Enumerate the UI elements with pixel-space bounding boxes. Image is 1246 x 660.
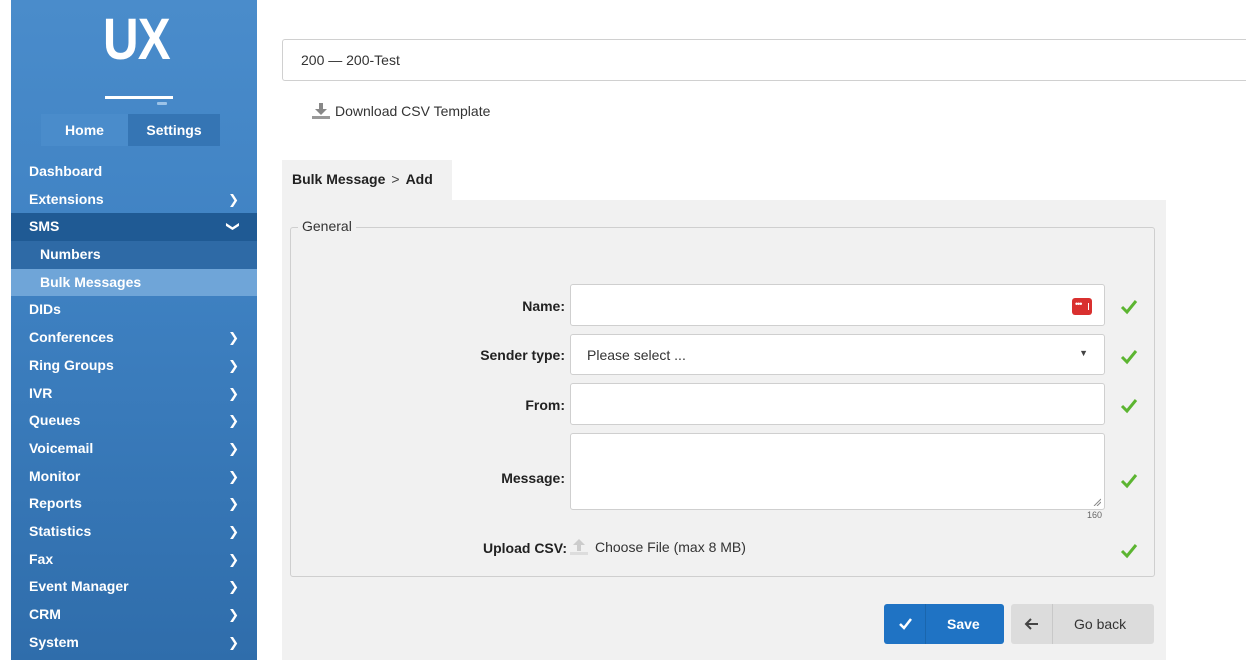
sidebar-item-voicemail[interactable]: Voicemail ❯: [11, 435, 257, 463]
chevron-right-icon: ❯: [228, 440, 239, 456]
sidebar-item-reports[interactable]: Reports ❯: [11, 490, 257, 518]
go-back-label: Go back: [1074, 616, 1127, 632]
sidebar: UX Home Settings Dashboard Extensions ❯ S…: [11, 0, 257, 660]
save-label: Save: [947, 616, 980, 632]
upload-csv-text: Choose File (max 8 MB): [595, 539, 746, 555]
password-manager-icon[interactable]: [1072, 298, 1092, 315]
sender-type-label: Sender type:: [480, 347, 565, 363]
check-icon: [1120, 474, 1138, 489]
logo-underline: [105, 96, 173, 99]
sidebar-item-label: Conferences: [29, 329, 114, 346]
go-back-button[interactable]: Go back: [1011, 604, 1154, 644]
breadcrumb-current: Add: [405, 171, 433, 187]
chevron-right-icon: ❯: [228, 385, 239, 401]
sidebar-item-conferences[interactable]: Conferences ❯: [11, 324, 257, 352]
upload-csv-button[interactable]: Choose File (max 8 MB): [569, 538, 746, 556]
name-input[interactable]: [570, 284, 1105, 326]
upload-csv-label: Upload CSV:: [482, 540, 567, 556]
sidebar-menu: Dashboard Extensions ❯ SMS ❯ Numbers Bulk …: [11, 158, 257, 656]
save-button[interactable]: Save: [884, 604, 1004, 644]
sidebar-item-label: Numbers: [40, 246, 101, 263]
sidebar-item-numbers[interactable]: Numbers: [11, 241, 257, 269]
sidebar-item-system[interactable]: System ❯: [11, 629, 257, 657]
sidebar-item-dashboard[interactable]: Dashboard: [11, 158, 257, 186]
sidebar-item-label: Monitor: [29, 467, 81, 484]
ux-logo: UX: [101, 7, 181, 105]
logo-text: UX: [103, 7, 171, 72]
check-icon: [1120, 544, 1138, 559]
sidebar-item-statistics[interactable]: Statistics ❯: [11, 518, 257, 546]
download-csv-label: Download CSV Template: [335, 103, 491, 119]
sidebar-item-ivr[interactable]: IVR ❯: [11, 380, 257, 408]
tenant-selector[interactable]: 200 — 200-Test: [282, 39, 1246, 81]
chevron-right-icon: ❯: [228, 357, 239, 373]
check-icon: [1120, 300, 1138, 315]
sidebar-item-label: Voicemail: [29, 439, 94, 456]
sidebar-item-label: SMS: [29, 218, 60, 235]
chevron-right-icon: ❯: [228, 496, 239, 512]
sidebar-item-queues[interactable]: Queues ❯: [11, 407, 257, 435]
chevron-right-icon: ❯: [228, 607, 239, 622]
resize-handle-icon[interactable]: [1093, 498, 1101, 506]
sidebar-item-crm[interactable]: CRM ❯: [11, 601, 257, 629]
sidebar-item-label: Event Manager: [29, 578, 129, 595]
sidebar-item-label: Extensions: [29, 190, 104, 207]
sender-type-placeholder: Please select ...: [587, 347, 686, 363]
download-icon: [312, 103, 330, 119]
sidebar-item-label: Statistics: [29, 522, 92, 539]
tab-home[interactable]: Home: [41, 114, 128, 146]
chevron-right-icon: ❯: [228, 413, 239, 429]
sidebar-item-label: Queues: [29, 412, 81, 429]
sidebar-item-fax[interactable]: Fax ❯: [11, 546, 257, 574]
sidebar-item-label: IVR: [29, 384, 53, 401]
checkmark-icon: [884, 604, 926, 644]
sidebar-item-dids[interactable]: DIDs: [11, 296, 257, 324]
sidebar-item-monitor[interactable]: Monitor ❯: [11, 463, 257, 491]
sidebar-tabs: Home Settings: [41, 114, 220, 146]
tab-settings[interactable]: Settings: [128, 114, 220, 146]
message-textarea[interactable]: [570, 433, 1105, 510]
chevron-right-icon: ❯: [228, 191, 239, 207]
sidebar-item-label: Reports: [29, 495, 82, 512]
sidebar-item-label: Fax: [29, 550, 54, 567]
chevron-right-icon: ❯: [228, 579, 239, 595]
sidebar-item-label: CRM: [29, 606, 61, 622]
breadcrumb: Bulk Message > Add: [292, 171, 433, 187]
upload-icon: [570, 539, 588, 555]
message-char-counter: 160: [1087, 510, 1103, 520]
caret-down-icon: ▼: [1079, 348, 1088, 358]
sidebar-item-label: DIDs: [29, 301, 61, 318]
breadcrumb-separator: >: [391, 171, 400, 187]
sidebar-item-ring-groups[interactable]: Ring Groups ❯: [11, 352, 257, 380]
sidebar-item-label: Ring Groups: [29, 356, 114, 373]
check-icon: [1120, 399, 1138, 414]
sidebar-item-label: Bulk Messages: [40, 273, 142, 290]
sidebar-item-label: System: [29, 633, 79, 650]
sender-type-select[interactable]: Please select ... ▼: [570, 334, 1105, 375]
check-icon: [1120, 350, 1138, 365]
from-label: From:: [525, 397, 565, 413]
sidebar-item-bulk-messages[interactable]: Bulk Messages: [11, 268, 257, 297]
message-label: Message:: [501, 470, 565, 486]
chevron-right-icon: ❯: [228, 468, 239, 484]
chevron-down-icon: ❯: [226, 221, 242, 233]
chevron-right-icon: ❯: [228, 634, 239, 650]
breadcrumb-parent[interactable]: Bulk Message: [292, 171, 385, 187]
sidebar-item-event-manager[interactable]: Event Manager ❯: [11, 573, 257, 601]
download-csv-link[interactable]: Download CSV Template: [311, 100, 490, 122]
sidebar-item-label: Dashboard: [29, 163, 103, 179]
logo-dot: [157, 102, 167, 105]
from-input[interactable]: [570, 383, 1105, 425]
fieldset-legend: General: [298, 218, 356, 234]
name-label: Name:: [522, 298, 565, 314]
sidebar-item-sms[interactable]: SMS ❯: [11, 213, 257, 242]
sidebar-item-extensions[interactable]: Extensions ❯: [11, 186, 257, 214]
chevron-right-icon: ❯: [228, 523, 239, 539]
arrow-left-icon: [1011, 604, 1053, 644]
chevron-right-icon: ❯: [228, 330, 239, 346]
chevron-right-icon: ❯: [228, 551, 239, 567]
